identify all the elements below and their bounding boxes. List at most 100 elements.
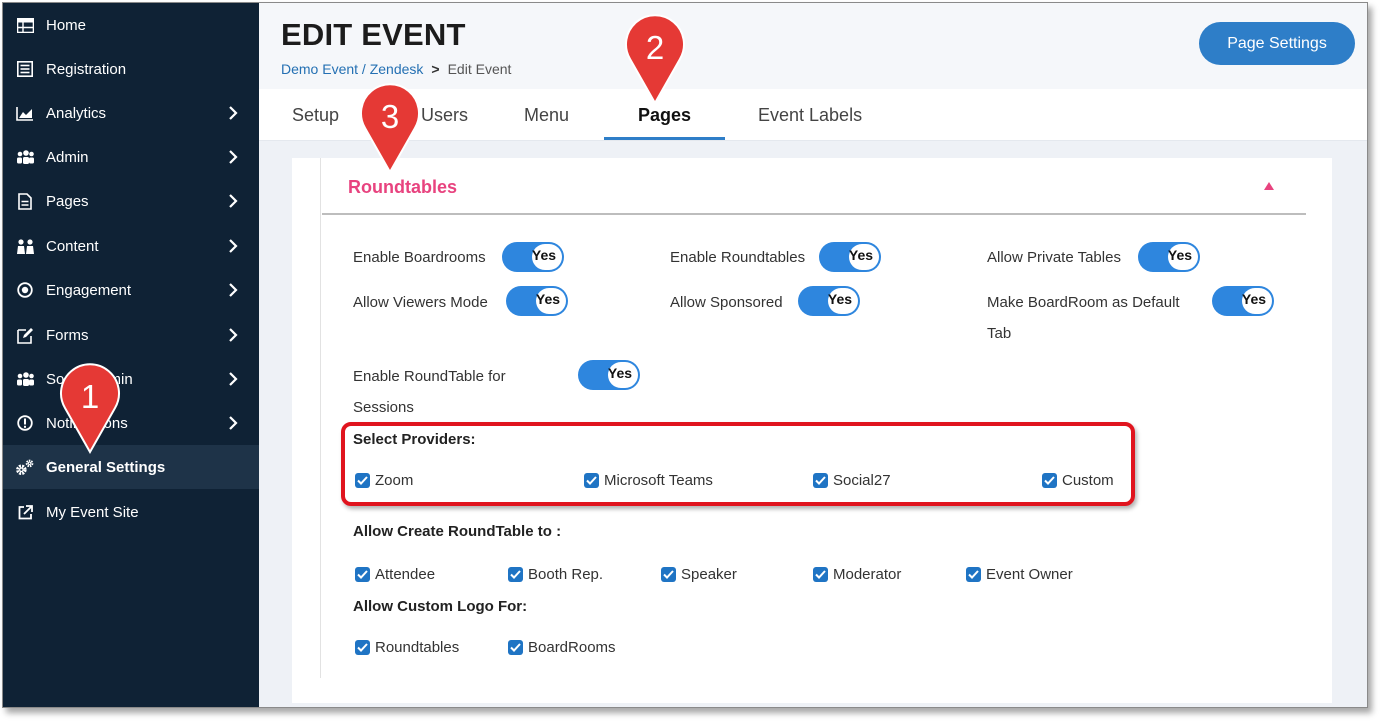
checkbox-label: Roundtables	[375, 639, 460, 656]
sidebar-item-home[interactable]: Home	[3, 3, 259, 47]
breadcrumb-current: Edit Event	[447, 61, 512, 77]
sidebar-item-content[interactable]: Content	[3, 224, 259, 268]
checkbox-checked-icon	[355, 473, 370, 488]
make-boardroom-default-label: Make BoardRoom as Default	[987, 294, 1180, 311]
sidebar-item-label: General Settings	[46, 458, 166, 476]
checkbox-label: BoardRooms	[528, 639, 616, 656]
custom-logo-roundtables-checkbox[interactable]: Roundtables	[355, 639, 459, 656]
sidebar-item-label: Registration	[46, 60, 127, 78]
allow-sponsored-label: Allow Sponsored	[670, 294, 783, 311]
section-divider	[322, 213, 1306, 215]
document-icon	[15, 192, 35, 210]
allow-private-tables-label: Allow Private Tables	[987, 249, 1121, 266]
table-icon	[15, 16, 35, 34]
checkbox-checked-icon	[584, 473, 599, 488]
page-title: EDIT EVENT	[281, 17, 466, 52]
checkbox-checked-icon	[355, 567, 370, 582]
chevron-right-icon	[229, 239, 238, 253]
chevron-right-icon	[229, 194, 238, 208]
sidebar-item-registration[interactable]: Registration	[3, 47, 259, 91]
tab-bar: Setup Users Menu Pages Event Labels	[259, 89, 1367, 141]
provider-custom-checkbox[interactable]: Custom	[1042, 472, 1114, 489]
breadcrumb-link[interactable]: Demo Event / Zendesk	[281, 61, 423, 77]
sidebar: Home Registration Analytics Admin Pages …	[3, 3, 259, 707]
select-providers-label: Select Providers:	[353, 431, 476, 448]
toggle-value: Yes	[607, 365, 633, 381]
section-title[interactable]: Roundtables	[348, 177, 457, 198]
page-header: EDIT EVENT Demo Event / Zendesk > Edit Eve…	[259, 3, 1367, 89]
allow-sponsored-toggle[interactable]: Yes	[798, 286, 860, 316]
custom-logo-boardrooms-checkbox[interactable]: BoardRooms	[508, 639, 616, 656]
people-icon	[15, 237, 35, 255]
toggle-value: Yes	[827, 291, 853, 307]
tab-menu[interactable]: Menu	[524, 105, 569, 126]
allow-create-booth-rep-checkbox[interactable]: Booth Rep.	[508, 566, 603, 583]
sidebar-item-label: Pages	[46, 192, 89, 210]
checkbox-label: Event Owner	[986, 566, 1073, 583]
make-boardroom-default-toggle[interactable]: Yes	[1212, 286, 1274, 316]
panel-divider	[320, 158, 321, 678]
checkbox-label: Zoom	[375, 472, 414, 489]
allow-create-speaker-checkbox[interactable]: Speaker	[661, 566, 737, 583]
chart-icon	[15, 104, 35, 122]
chevron-right-icon	[229, 328, 238, 342]
sidebar-item-admin[interactable]: Admin	[3, 135, 259, 179]
checkbox-label: Attendee	[375, 566, 436, 583]
checkbox-label: Moderator	[833, 566, 902, 583]
allow-viewers-mode-toggle[interactable]: Yes	[506, 286, 568, 316]
roundtables-panel: Roundtables Enable Boardrooms Yes Enable…	[292, 158, 1332, 703]
checkbox-checked-icon	[508, 567, 523, 582]
toggle-value: Yes	[1241, 291, 1267, 307]
alert-icon	[15, 414, 35, 432]
sidebar-item-label: My Event Site	[46, 503, 139, 521]
make-boardroom-default-label-line2: Tab	[987, 325, 1012, 342]
tab-setup[interactable]: Setup	[292, 105, 339, 126]
sidebar-item-pages[interactable]: Pages	[3, 179, 259, 223]
allow-create-moderator-checkbox[interactable]: Moderator	[813, 566, 901, 583]
sidebar-item-social-admin[interactable]: Social Admin	[3, 357, 259, 401]
callout-marker-3: 3	[357, 82, 423, 175]
provider-microsoft-teams-checkbox[interactable]: Microsoft Teams	[584, 472, 713, 489]
callout-number: 3	[380, 98, 400, 135]
enable-roundtable-sessions-toggle[interactable]: Yes	[578, 360, 640, 390]
callout-marker-1: 1	[57, 362, 123, 455]
page-settings-button[interactable]: Page Settings	[1199, 22, 1355, 65]
allow-create-event-owner-checkbox[interactable]: Event Owner	[966, 566, 1073, 583]
checkbox-label: Microsoft Teams	[604, 472, 713, 489]
chevron-right-icon	[229, 283, 238, 297]
tab-users[interactable]: Users	[421, 105, 468, 126]
sidebar-item-label: Home	[46, 16, 87, 34]
checkbox-label: Booth Rep.	[528, 566, 604, 583]
chevron-right-icon	[229, 106, 238, 120]
breadcrumb: Demo Event / Zendesk > Edit Event	[281, 61, 511, 77]
sidebar-item-general-settings[interactable]: General Settings	[3, 445, 259, 489]
enable-roundtables-toggle[interactable]: Yes	[819, 242, 881, 272]
tab-event-labels[interactable]: Event Labels	[758, 105, 862, 126]
allow-create-attendee-checkbox[interactable]: Attendee	[355, 566, 435, 583]
sidebar-item-forms[interactable]: Forms	[3, 313, 259, 357]
tab-pages[interactable]: Pages	[638, 105, 691, 126]
allow-viewers-mode-label: Allow Viewers Mode	[353, 294, 488, 311]
breadcrumb-separator: >	[431, 61, 440, 77]
checkbox-label: Custom	[1062, 472, 1114, 489]
checkbox-checked-icon	[1042, 473, 1057, 488]
sidebar-item-label: Content	[46, 237, 99, 255]
callout-number: 2	[645, 29, 665, 66]
checkbox-checked-icon	[508, 640, 523, 655]
collapse-arrow-icon[interactable]	[1264, 182, 1274, 190]
toggle-value: Yes	[531, 247, 557, 263]
sidebar-item-notifications[interactable]: Notifications	[3, 401, 259, 445]
sidebar-item-label: Forms	[46, 326, 89, 344]
chevron-right-icon	[229, 150, 238, 164]
toggle-value: Yes	[535, 291, 561, 307]
provider-social27-checkbox[interactable]: Social27	[813, 472, 891, 489]
provider-zoom-checkbox[interactable]: Zoom	[355, 472, 413, 489]
callout-number: 1	[80, 378, 100, 415]
sidebar-item-my-event-site[interactable]: My Event Site	[3, 490, 259, 534]
gears-icon	[15, 458, 35, 476]
users-icon	[15, 370, 35, 388]
sidebar-item-engagement[interactable]: Engagement	[3, 268, 259, 312]
allow-private-tables-toggle[interactable]: Yes	[1138, 242, 1200, 272]
enable-boardrooms-toggle[interactable]: Yes	[502, 242, 564, 272]
sidebar-item-analytics[interactable]: Analytics	[3, 91, 259, 135]
